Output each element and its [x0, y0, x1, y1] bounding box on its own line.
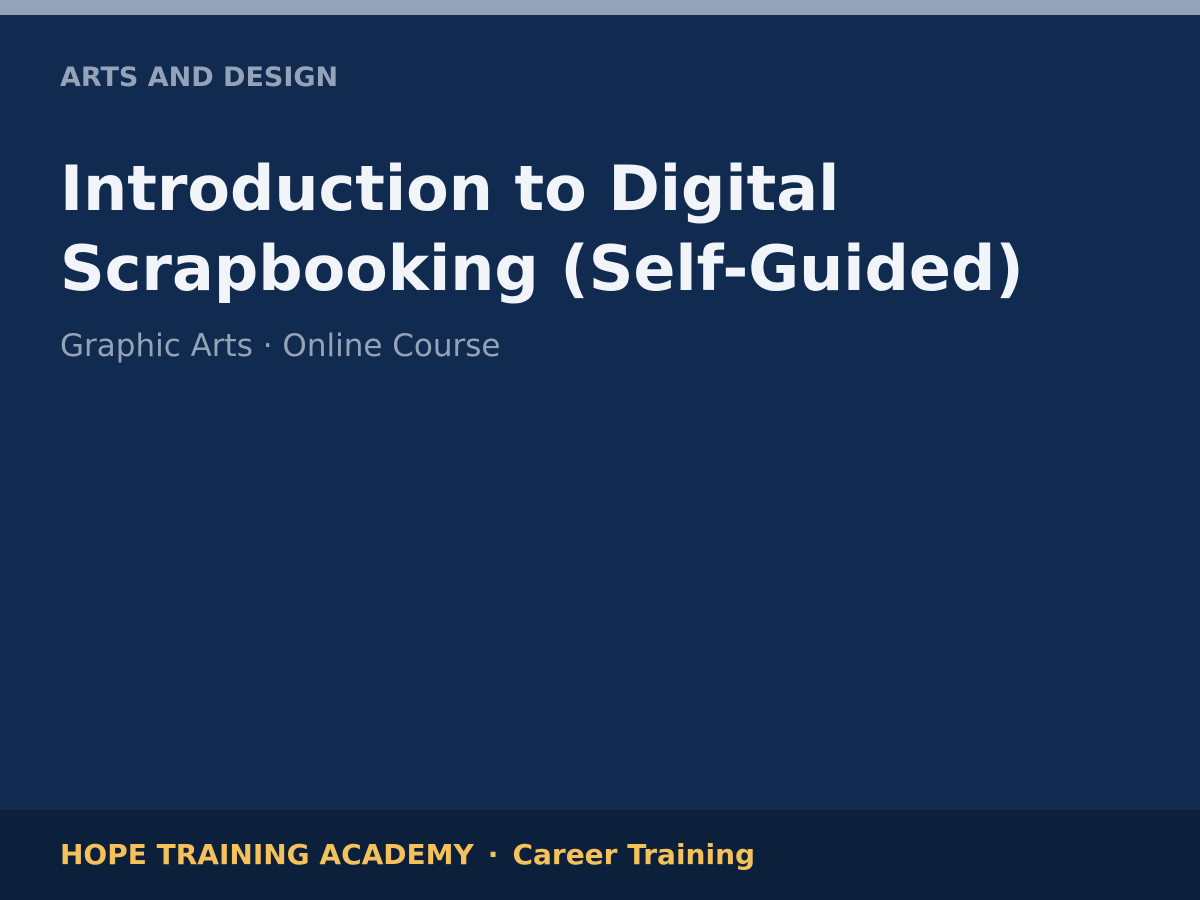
- course-category: ARTS AND DESIGN: [60, 62, 339, 93]
- course-title: Introduction to Digital Scrapbooking (Se…: [60, 149, 1160, 309]
- organization-name: HOPE TRAINING ACADEMY: [60, 838, 474, 871]
- course-card: ARTS AND DESIGN Introduction to Digital …: [0, 0, 1200, 900]
- course-subtitle: Graphic Arts · Online Course: [60, 328, 501, 364]
- program-name: Career Training: [512, 838, 756, 871]
- footer-bar: HOPE TRAINING ACADEMY · Career Training: [0, 810, 1200, 900]
- footer-separator: ·: [487, 838, 499, 871]
- course-title-line-1: Introduction to Digital: [60, 152, 840, 225]
- footer-branding: HOPE TRAINING ACADEMY · Career Training: [60, 837, 755, 873]
- course-title-line-2: Scrapbooking (Self-Guided): [60, 232, 1024, 305]
- top-accent-bar: [0, 0, 1200, 15]
